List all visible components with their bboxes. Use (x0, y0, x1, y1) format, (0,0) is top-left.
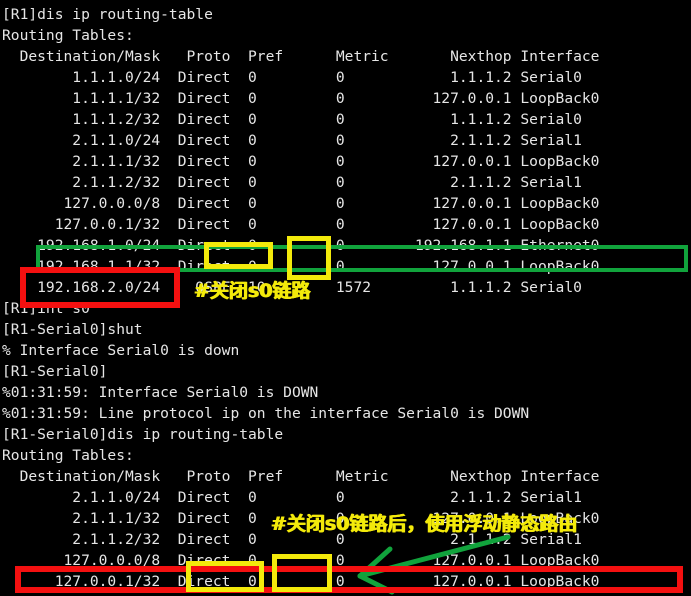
terminal-line: [R1]dis ip routing-table (2, 6, 213, 23)
terminal-line: % Interface Serial0 is down (2, 342, 240, 359)
terminal-line: %01:31:59: Interface Serial0 is DOWN (2, 384, 319, 401)
terminal-line: [R1-Serial0]shut (2, 321, 143, 338)
terminal-window: [R1]dis ip routing-table Routing Tables: … (0, 0, 691, 596)
terminal-line: Routing Tables: (2, 447, 134, 464)
terminal-line: 192.168.1.0/24 Direct 0 0 192.168.1.1 Et… (0, 592, 691, 596)
terminal-line: 192.168.2.0/24 OSPF 10 1572 1.1.1.2 Seri… (2, 279, 582, 296)
terminal-line: %01:31:59: Line protocol ip on the inter… (2, 405, 530, 422)
terminal-line: Destination/Mask Proto Pref Metric Nexth… (2, 468, 600, 485)
terminal-line: 2.1.1.0/24 Direct 0 0 2.1.1.2 Serial1 (2, 132, 582, 149)
terminal-line: 192.168.1.0/24 Direct 0 0 192.168.1.1 Et… (2, 237, 600, 254)
terminal-line: Routing Tables: (2, 27, 134, 44)
terminal-line: 127.0.0.1/32 Direct 0 0 127.0.0.1 LoopBa… (2, 573, 600, 590)
terminal-line: 127.0.0.1/32 Direct 0 0 127.0.0.1 LoopBa… (2, 216, 600, 233)
terminal-line: [R1-Serial0] (2, 363, 108, 380)
terminal-line: 1.1.1.2/32 Direct 0 0 1.1.1.2 Serial0 (2, 111, 582, 128)
terminal-line: 127.0.0.0/8 Direct 0 0 127.0.0.1 LoopBac… (2, 195, 600, 212)
terminal-line: 2.1.1.1/32 Direct 0 0 127.0.0.1 LoopBack… (2, 510, 600, 527)
terminal-line: 2.1.1.0/24 Direct 0 0 2.1.1.2 Serial1 (2, 489, 582, 506)
terminal-line: 127.0.0.0/8 Direct 0 0 127.0.0.1 LoopBac… (2, 552, 600, 569)
terminal-line: 192.168.1.1/32 Direct 0 0 127.0.0.1 Loop… (2, 258, 600, 275)
terminal-line: 1.1.1.1/32 Direct 0 0 127.0.0.1 LoopBack… (2, 90, 600, 107)
terminal-line: 2.1.1.1/32 Direct 0 0 127.0.0.1 LoopBack… (2, 153, 600, 170)
terminal-line: 2.1.1.2/32 Direct 0 0 2.1.1.2 Serial1 (2, 174, 582, 191)
terminal-line: Destination/Mask Proto Pref Metric Nexth… (2, 48, 600, 65)
terminal-output[interactable]: [R1]dis ip routing-table Routing Tables: … (0, 0, 691, 596)
terminal-line: [R1]int s0 (2, 300, 90, 317)
terminal-line: [R1-Serial0]dis ip routing-table (2, 426, 284, 443)
terminal-line: 2.1.1.2/32 Direct 0 0 2.1.1.2 Serial1 (2, 531, 582, 548)
terminal-line: 1.1.1.0/24 Direct 0 0 1.1.1.2 Serial0 (2, 69, 582, 86)
